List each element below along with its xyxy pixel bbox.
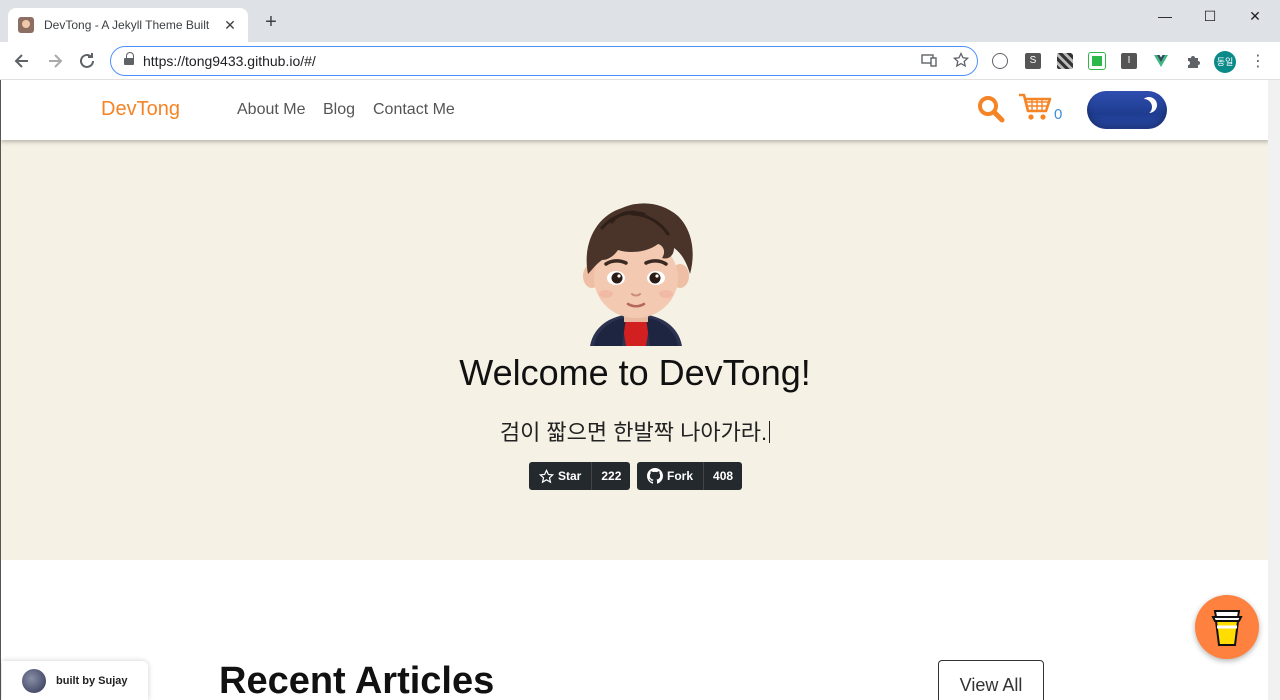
star-text: Star [558,469,582,483]
tab-close-icon[interactable]: ✕ [222,17,238,34]
new-tab-button[interactable]: + [262,12,280,32]
s-extension-icon[interactable]: S [1025,53,1041,69]
profile-avatar[interactable]: 동일 [1214,51,1236,73]
favicon-icon [18,17,34,33]
nav-blog[interactable]: Blog [323,101,355,119]
circle-icon[interactable] [992,53,1008,69]
buy-me-a-coffee-button[interactable] [1195,595,1259,659]
puzzle-icon[interactable] [1185,53,1201,69]
theme-toggle[interactable] [1087,91,1167,129]
address-bar[interactable]: https://tong9433.github.io/#/ [110,46,978,76]
vue-extension-icon[interactable] [1153,53,1169,69]
reload-icon[interactable] [76,50,98,72]
fork-count[interactable]: 408 [704,462,742,490]
fork-label[interactable]: Fork [637,462,705,490]
builtby-avatar [22,668,46,693]
typing-caret [769,421,771,443]
search-icon[interactable] [977,95,1005,123]
tab-strip: DevTong - A Jekyll Theme Built ✕ + — ☐ ✕ [0,0,1280,42]
green-extension-icon[interactable] [1088,52,1106,70]
lock-icon[interactable] [124,52,134,66]
stripe-extension-icon[interactable] [1057,53,1073,69]
hero-subtitle: 검이 짧으면 한발짝 나아가라. [1,415,1268,447]
github-star-button[interactable]: Star 222 [529,462,631,490]
i-extension-icon[interactable]: I [1121,53,1137,69]
install-app-icon[interactable] [921,52,937,71]
cart-count: 0 [1054,106,1063,123]
hero-section: Welcome to DevTong! 검이 짧으면 한발짝 나아가라. Sta… [1,140,1268,560]
forward-icon[interactable] [44,50,66,72]
nav-contact-me[interactable]: Contact Me [373,101,455,119]
built-by-text: built by Sujay [56,674,128,687]
nav-about-me[interactable]: About Me [237,101,305,119]
tab-title: DevTong - A Jekyll Theme Built [44,18,210,32]
hero-subtitle-text: 검이 짧으면 한발짝 나아가라. [499,420,768,445]
moon-icon [1136,99,1152,115]
back-icon[interactable] [11,50,33,72]
recent-articles-heading: Recent Articles [219,660,495,700]
hero-title: Welcome to DevTong! [459,352,811,393]
github-fork-button[interactable]: Fork 408 [637,462,743,490]
browser-menu-icon[interactable]: ⋮ [1250,51,1266,71]
browser-toolbar: https://tong9433.github.io/#/ S I 동일 ⋮ [0,42,1280,80]
built-by-badge[interactable]: built by Sujay [2,661,148,700]
url-text[interactable]: https://tong9433.github.io/#/ [143,53,316,69]
window-minimize-button[interactable]: — [1142,6,1188,26]
github-icon [647,468,663,484]
window-close-button[interactable]: ✕ [1232,6,1278,26]
view-all-button[interactable]: View All [938,660,1044,700]
browser-tab[interactable]: DevTong - A Jekyll Theme Built ✕ [8,8,248,42]
page-viewport: DevTong About Me Blog Contact Me 0 Welco… [0,80,1268,700]
cart-icon[interactable] [1018,92,1052,122]
site-brand-link[interactable]: DevTong [101,98,180,121]
page-scrollbar[interactable] [1268,80,1280,700]
window-maximize-button[interactable]: ☐ [1187,6,1233,26]
star-count[interactable]: 222 [592,462,630,490]
star-label[interactable]: Star [529,462,593,490]
fork-text: Fork [667,469,694,483]
coffee-cup-icon [1211,610,1243,646]
site-navbar: DevTong About Me Blog Contact Me 0 [1,80,1268,140]
bookmark-star-icon[interactable] [952,51,970,71]
star-icon [539,468,554,483]
avatar [572,198,700,346]
